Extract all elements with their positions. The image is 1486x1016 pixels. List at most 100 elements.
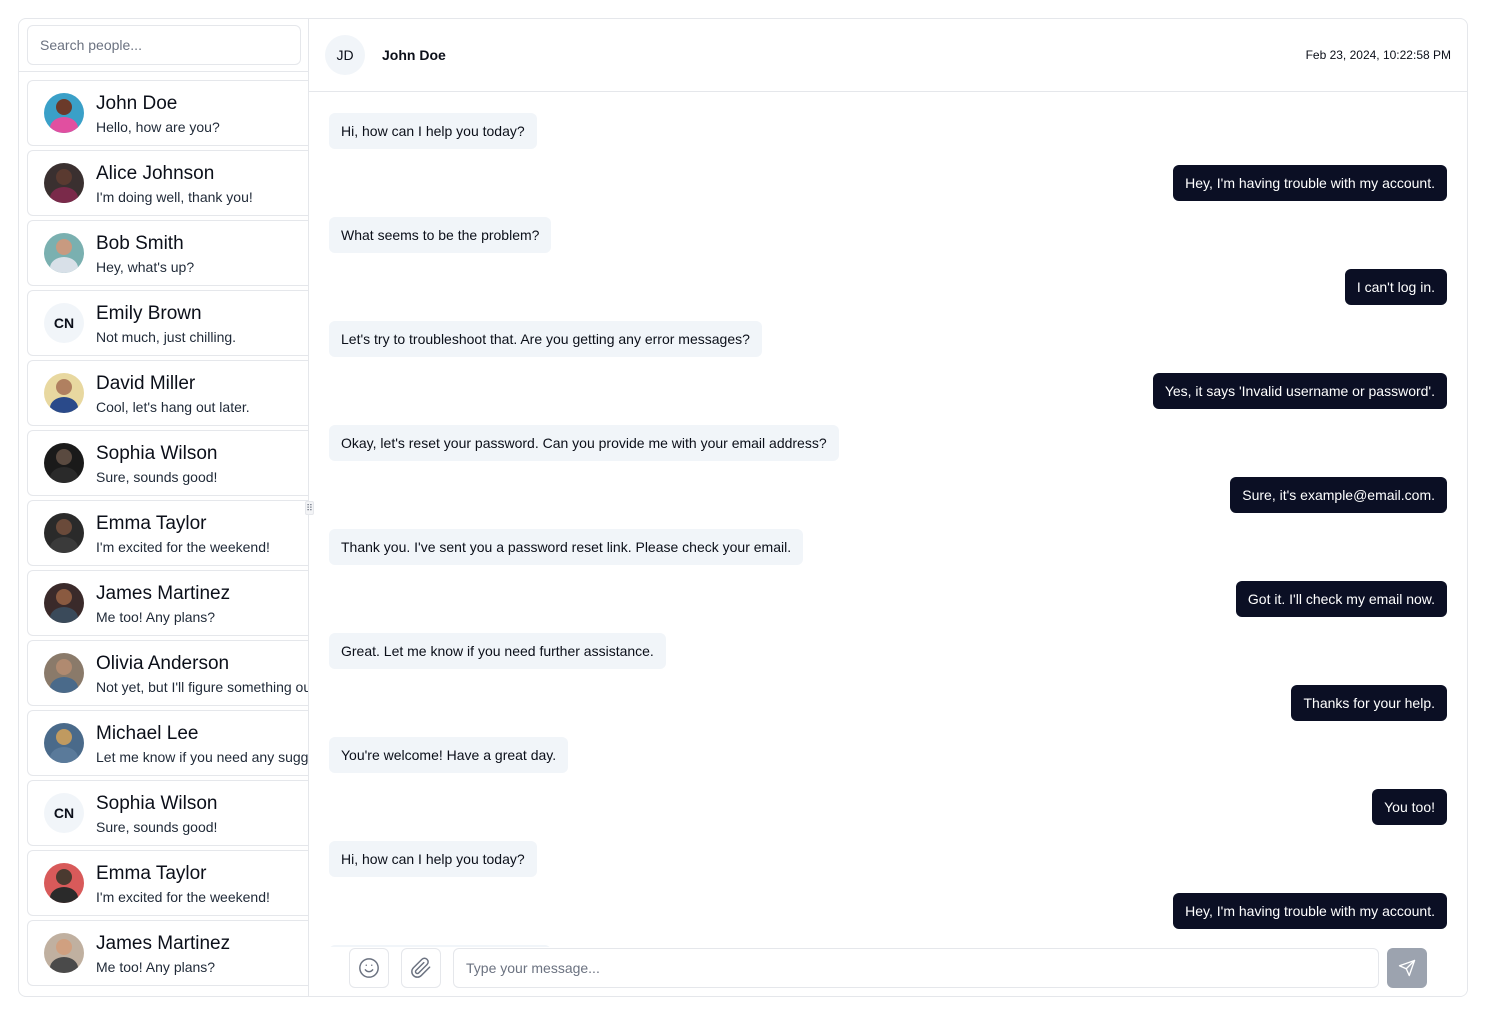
divider — [19, 71, 308, 72]
contact-item[interactable]: Michael Lee Let me know if you need any s… — [27, 710, 309, 776]
contact-item[interactable]: Olivia Anderson Not yet, but I'll figure … — [27, 640, 309, 706]
chat-contact-name: John Doe — [382, 47, 446, 63]
emoji-button[interactable] — [349, 948, 389, 988]
avatar — [44, 163, 84, 203]
message-row: Thanks for your help. — [329, 685, 1447, 737]
attach-button[interactable] — [401, 948, 441, 988]
contact-last-message: Hey, what's up? — [96, 259, 195, 275]
contact-name: David Miller — [96, 373, 196, 394]
avatar — [44, 443, 84, 483]
contact-last-message: Sure, sounds good! — [96, 819, 218, 835]
avatar — [44, 513, 84, 553]
outgoing-message: Hey, I'm having trouble with my account. — [1173, 893, 1447, 929]
contact-item[interactable]: John Doe Hello, how are you? — [27, 80, 308, 146]
outgoing-message: Sure, it's example@email.com. — [1230, 477, 1447, 513]
contact-last-message: Cool, let's hang out later. — [96, 399, 250, 415]
avatar — [44, 233, 84, 273]
message-row: Let's try to troubleshoot that. Are you … — [329, 321, 1447, 373]
contact-name: John Doe — [96, 93, 178, 114]
chat-app: John Doe Hello, how are you? Alice Johnson… — [18, 18, 1468, 997]
outgoing-message: Hey, I'm having trouble with my account. — [1173, 165, 1447, 201]
contact-item[interactable]: Bob Smith Hey, what's up? — [27, 220, 308, 286]
contact-last-message: I'm excited for the weekend! — [96, 889, 270, 905]
incoming-message: Thank you. I've sent you a password rese… — [329, 529, 804, 565]
contact-item[interactable]: Alice Johnson I'm doing well, thank you! — [27, 150, 308, 216]
chat-timestamp: Feb 23, 2024, 10:22:58 PM — [1305, 48, 1451, 62]
message-composer — [309, 947, 1467, 996]
search-input[interactable] — [27, 25, 301, 65]
contact-name: Emma Taylor — [96, 863, 207, 884]
contact-item[interactable]: James Martinez Me too! Any plans? — [27, 570, 308, 636]
contact-item[interactable]: Emma Taylor I'm excited for the weekend! — [27, 850, 308, 916]
message-row: What seems to be the problem? — [329, 217, 1447, 269]
message-row: Okay, let's reset your password. Can you… — [329, 425, 1447, 477]
contact-name: Olivia Anderson — [96, 653, 230, 674]
contact-item[interactable]: CN Emily Brown Not much, just chilling. — [27, 290, 308, 356]
contact-list: John Doe Hello, how are you? Alice Johnson… — [27, 80, 309, 990]
outgoing-message: You too! — [1372, 789, 1447, 825]
send-icon — [1398, 959, 1416, 977]
message-row: Hey, I'm having trouble with my account. — [329, 893, 1447, 945]
contact-item[interactable]: James Martinez Me too! Any plans? — [27, 920, 308, 986]
message-row: Great. Let me know if you need further a… — [329, 633, 1447, 685]
incoming-message: Okay, let's reset your password. Can you… — [329, 425, 839, 461]
incoming-message: Hi, how can I help you today? — [329, 113, 537, 149]
outgoing-message: I can't log in. — [1344, 269, 1447, 305]
contact-last-message: Hello, how are you? — [96, 119, 220, 135]
chat-panel: JD John Doe Feb 23, 2024, 10:22:58 PM Hi… — [309, 19, 1467, 996]
avatar: CN — [44, 303, 84, 343]
avatar — [44, 863, 84, 903]
message-row: Got it. I'll check my email now. — [329, 581, 1447, 633]
avatar — [44, 933, 84, 973]
contact-last-message: Not yet, but I'll figure something out. — [96, 679, 309, 695]
incoming-message: Great. Let me know if you need further a… — [329, 633, 666, 669]
send-button[interactable] — [1387, 948, 1427, 988]
message-row: You're welcome! Have a great day. — [329, 737, 1447, 789]
paperclip-icon — [411, 957, 431, 978]
contact-name: Sophia Wilson — [96, 443, 218, 464]
contact-item[interactable]: Emma Taylor I'm excited for the weekend! — [27, 500, 308, 566]
message-row: Thank you. I've sent you a password rese… — [329, 529, 1447, 581]
contact-item[interactable]: David Miller Cool, let's hang out later. — [27, 360, 308, 426]
contact-last-message: Let me know if you need any suggestions. — [96, 749, 309, 765]
incoming-message: What seems to be the problem? — [329, 217, 552, 253]
chat-header: JD John Doe Feb 23, 2024, 10:22:58 PM — [309, 19, 1467, 92]
message-input[interactable] — [453, 948, 1379, 988]
message-list[interactable]: Hi, how can I help you today? Hey, I'm ha… — [309, 93, 1467, 947]
resize-handle[interactable]: ⠿ — [305, 501, 314, 515]
avatar: JD — [325, 35, 365, 75]
contact-item[interactable]: CN Sophia Wilson Sure, sounds good! — [27, 780, 308, 846]
contact-last-message: I'm excited for the weekend! — [96, 539, 270, 555]
contacts-sidebar: John Doe Hello, how are you? Alice Johnson… — [19, 19, 309, 996]
message-row: Hi, how can I help you today? — [329, 113, 1447, 165]
message-row: Hey, I'm having trouble with my account. — [329, 165, 1447, 217]
outgoing-message: Thanks for your help. — [1291, 685, 1447, 721]
avatar — [44, 93, 84, 133]
outgoing-message: Got it. I'll check my email now. — [1235, 581, 1447, 617]
contact-name: James Martinez — [96, 583, 231, 604]
contact-name: Bob Smith — [96, 233, 184, 254]
avatar — [44, 373, 84, 413]
incoming-message: Let's try to troubleshoot that. Are you … — [329, 321, 762, 357]
contact-item[interactable]: Sophia Wilson Sure, sounds good! — [27, 430, 308, 496]
message-row: Sure, it's example@email.com. — [329, 477, 1447, 529]
contact-last-message: Sure, sounds good! — [96, 469, 218, 485]
contact-last-message: Me too! Any plans? — [96, 959, 216, 975]
search-wrap — [27, 25, 301, 65]
avatar — [44, 583, 84, 623]
outgoing-message: Yes, it says 'Invalid username or passwo… — [1152, 373, 1447, 409]
avatar — [44, 723, 84, 763]
contact-name: James Martinez — [96, 933, 231, 954]
contact-last-message: Me too! Any plans? — [96, 609, 216, 625]
avatar — [44, 653, 84, 693]
contact-name: Emma Taylor — [96, 513, 207, 534]
avatar: CN — [44, 793, 84, 833]
message-row: Yes, it says 'Invalid username or passwo… — [329, 373, 1447, 425]
incoming-message: You're welcome! Have a great day. — [329, 737, 569, 773]
contact-last-message: Not much, just chilling. — [96, 329, 237, 345]
contact-name: Sophia Wilson — [96, 793, 218, 814]
message-row: I can't log in. — [329, 269, 1447, 321]
contact-last-message: I'm doing well, thank you! — [96, 189, 253, 205]
message-row: You too! — [329, 789, 1447, 841]
smile-icon — [359, 958, 379, 978]
